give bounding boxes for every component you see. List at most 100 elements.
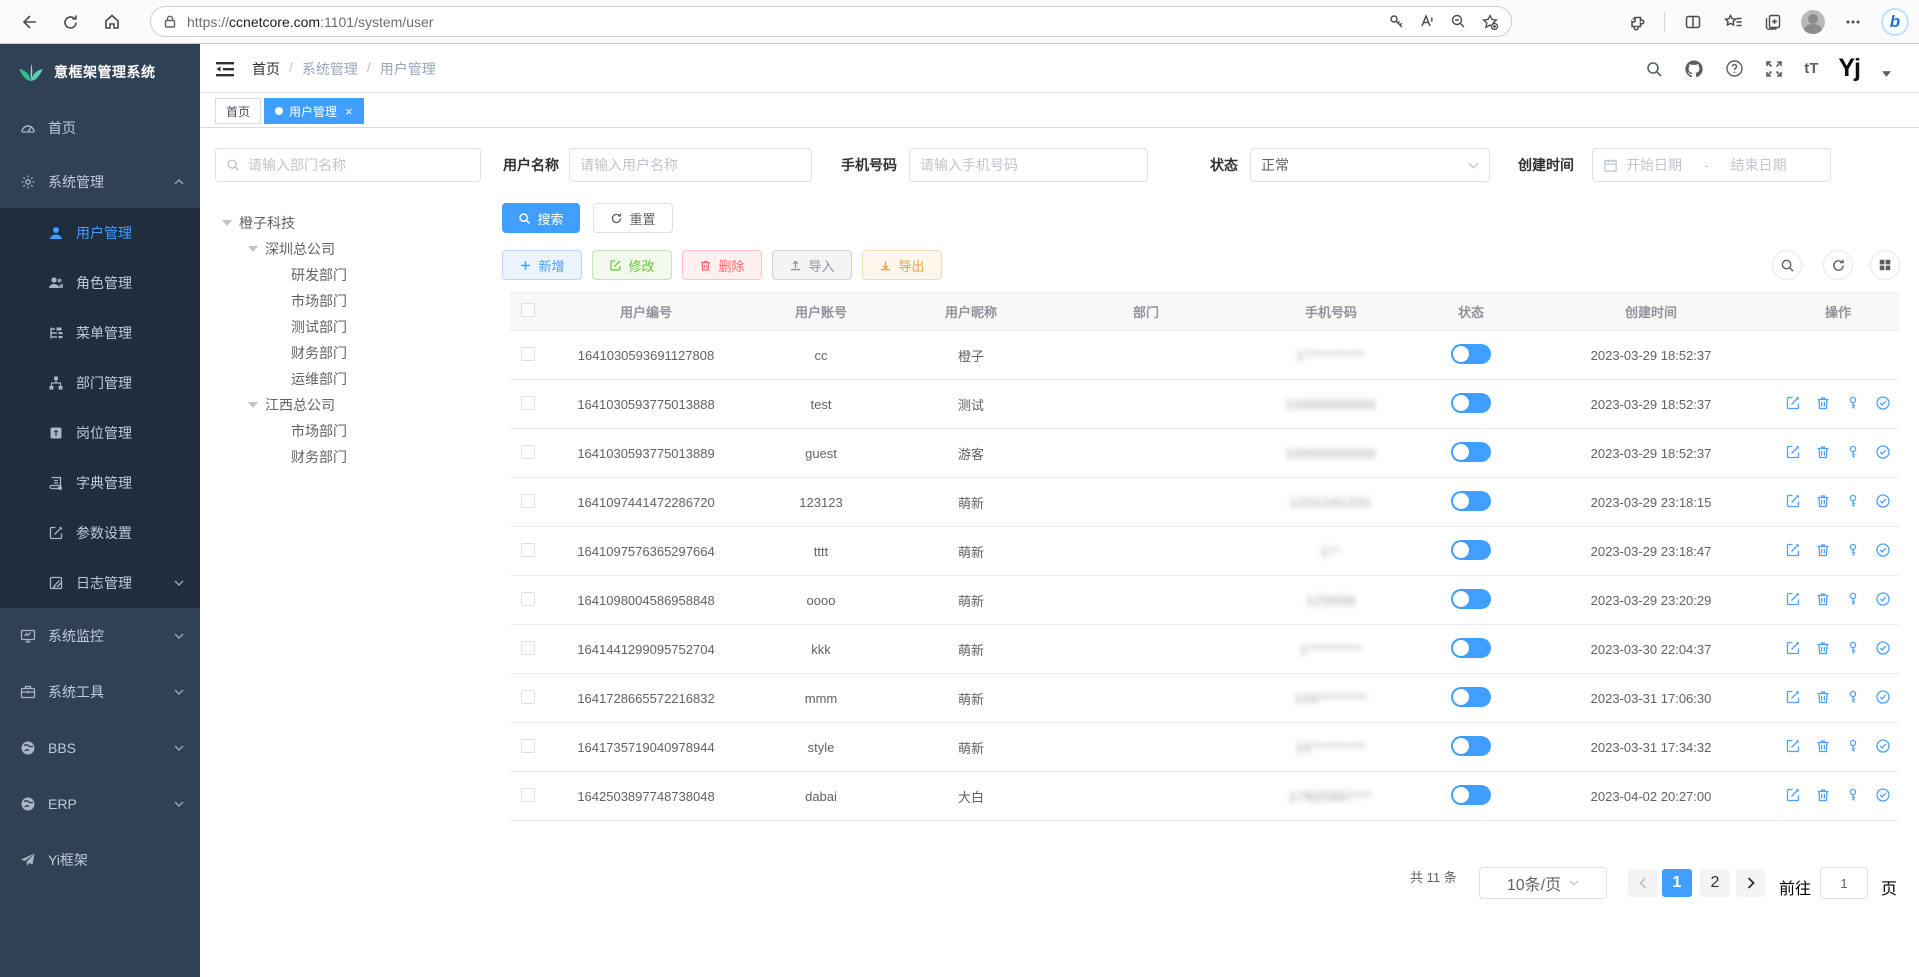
sidebar-item-system-monitor[interactable]: 系统监控: [0, 608, 200, 664]
status-toggle[interactable]: [1451, 393, 1491, 413]
status-toggle[interactable]: [1451, 491, 1491, 511]
reset-button[interactable]: 重置: [593, 203, 673, 233]
sidebar-item-log-mgmt[interactable]: 日志管理: [0, 558, 200, 608]
user-menu-caret-icon[interactable]: [1882, 71, 1891, 77]
password-key-icon[interactable]: [1388, 13, 1405, 31]
edit-icon[interactable]: [1785, 542, 1801, 558]
search-icon[interactable]: [1644, 59, 1664, 79]
row-checkbox[interactable]: [521, 592, 535, 606]
add-favorite-icon[interactable]: [1481, 13, 1499, 31]
sidebar-fold-icon[interactable]: [214, 58, 236, 80]
tree-node[interactable]: 橙子科技: [215, 210, 490, 236]
sidebar-item-erp[interactable]: ERP: [0, 776, 200, 832]
username-field[interactable]: [580, 157, 801, 173]
prev-page-button[interactable]: [1628, 869, 1658, 897]
extensions-icon[interactable]: [1624, 10, 1648, 34]
delete-icon[interactable]: [1815, 738, 1831, 754]
status-toggle[interactable]: [1451, 540, 1491, 560]
row-checkbox[interactable]: [521, 543, 535, 557]
assign-role-check-icon[interactable]: [1875, 787, 1891, 803]
edit-icon[interactable]: [1785, 689, 1801, 705]
status-toggle[interactable]: [1451, 785, 1491, 805]
font-size-icon[interactable]: tT: [1804, 60, 1818, 77]
tree-node[interactable]: 研发部门: [215, 262, 490, 288]
row-checkbox[interactable]: [521, 445, 535, 459]
import-button[interactable]: 导入: [772, 250, 852, 280]
reset-password-key-icon[interactable]: [1845, 395, 1861, 411]
reset-password-key-icon[interactable]: [1845, 640, 1861, 656]
tab-home[interactable]: 首页: [215, 98, 261, 124]
row-checkbox[interactable]: [521, 739, 535, 753]
help-icon[interactable]: [1724, 59, 1744, 79]
status-toggle[interactable]: [1451, 687, 1491, 707]
sidebar-item-post-mgmt[interactable]: 岗位管理: [0, 408, 200, 458]
row-checkbox[interactable]: [521, 690, 535, 704]
delete-icon[interactable]: [1815, 689, 1831, 705]
read-aloud-icon[interactable]: [1419, 13, 1436, 31]
delete-icon[interactable]: [1815, 787, 1831, 803]
row-checkbox[interactable]: [521, 396, 535, 410]
assign-role-check-icon[interactable]: [1875, 640, 1891, 656]
search-button[interactable]: 搜索: [502, 203, 580, 233]
sidebar-item-bbs[interactable]: BBS: [0, 720, 200, 776]
tree-node[interactable]: 市场部门: [215, 288, 490, 314]
browser-home-button[interactable]: [100, 10, 124, 34]
tree-expand-icon[interactable]: [248, 402, 258, 408]
fullscreen-icon[interactable]: [1764, 59, 1784, 79]
tree-node[interactable]: 财务部门: [215, 340, 490, 366]
tree-expand-icon[interactable]: [222, 220, 232, 226]
table-refresh-button[interactable]: [1823, 250, 1853, 280]
delete-icon[interactable]: [1815, 444, 1831, 460]
reset-password-key-icon[interactable]: [1845, 493, 1861, 509]
address-bar[interactable]: https://ccnetcore.com:1101/system/user: [150, 6, 1512, 37]
row-checkbox[interactable]: [521, 347, 535, 361]
reset-password-key-icon[interactable]: [1845, 542, 1861, 558]
column-settings-button[interactable]: [1870, 250, 1900, 280]
delete-icon[interactable]: [1815, 493, 1831, 509]
sidebar-item-menu-mgmt[interactable]: 菜单管理: [0, 308, 200, 358]
reset-password-key-icon[interactable]: [1845, 787, 1861, 803]
profile-avatar[interactable]: [1801, 10, 1825, 34]
edit-icon[interactable]: [1785, 591, 1801, 607]
assign-role-check-icon[interactable]: [1875, 493, 1891, 509]
assign-role-check-icon[interactable]: [1875, 444, 1891, 460]
edit-icon[interactable]: [1785, 493, 1801, 509]
sidebar-item-dept-mgmt[interactable]: 部门管理: [0, 358, 200, 408]
tree-node[interactable]: 深圳总公司: [215, 236, 490, 262]
tree-expand-icon[interactable]: [248, 246, 258, 252]
table-search-toggle-button[interactable]: [1772, 250, 1802, 280]
sidebar-item-yi-framework[interactable]: Yi框架: [0, 832, 200, 888]
delete-icon[interactable]: [1815, 640, 1831, 656]
next-page-button[interactable]: [1736, 869, 1766, 897]
status-toggle[interactable]: [1451, 344, 1491, 364]
breadcrumb-home[interactable]: 首页: [252, 59, 280, 79]
delete-icon[interactable]: [1815, 591, 1831, 607]
edit-icon[interactable]: [1785, 787, 1801, 803]
phone-input[interactable]: [909, 148, 1148, 182]
status-select[interactable]: 正常: [1250, 148, 1490, 182]
modify-button[interactable]: 修改: [592, 250, 672, 280]
zoom-out-icon[interactable]: [1450, 13, 1467, 31]
settings-more-icon[interactable]: [1841, 10, 1865, 34]
status-toggle[interactable]: [1451, 736, 1491, 756]
delete-icon[interactable]: [1815, 395, 1831, 411]
sidebar-item-dict-mgmt[interactable]: 字典管理: [0, 458, 200, 508]
user-logo[interactable]: Yj: [1838, 56, 1860, 81]
tree-node[interactable]: 运维部门: [215, 366, 490, 392]
dept-search-field[interactable]: [248, 157, 470, 173]
split-screen-icon[interactable]: [1681, 10, 1705, 34]
phone-field[interactable]: [920, 157, 1137, 173]
goto-page-input[interactable]: [1820, 867, 1868, 899]
browser-refresh-button[interactable]: [58, 10, 82, 34]
delete-icon[interactable]: [1815, 542, 1831, 558]
tree-node[interactable]: 财务部门: [215, 444, 490, 470]
sidebar-item-system-mgmt[interactable]: 系统管理: [0, 156, 200, 208]
row-checkbox[interactable]: [521, 641, 535, 655]
date-range-picker[interactable]: 开始日期 - 结束日期: [1592, 148, 1831, 182]
favorites-icon[interactable]: [1721, 10, 1745, 34]
page-button-1[interactable]: 1: [1662, 869, 1692, 897]
sidebar-item-param-settings[interactable]: 参数设置: [0, 508, 200, 558]
assign-role-check-icon[interactable]: [1875, 689, 1891, 705]
edit-icon[interactable]: [1785, 640, 1801, 656]
edit-icon[interactable]: [1785, 738, 1801, 754]
